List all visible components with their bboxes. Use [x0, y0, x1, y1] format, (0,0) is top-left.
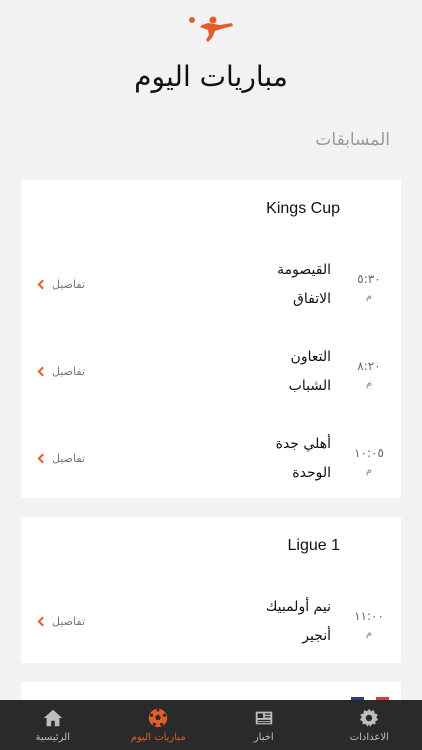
tab-bar: الرئيسية مباريات اليوم اخبار الاعدادات: [0, 700, 422, 750]
home-team: القيصومة: [277, 262, 331, 278]
chevron-left-icon: [37, 279, 48, 290]
match-time: ٥:٣٠ م: [357, 272, 381, 302]
gear-icon: [360, 708, 379, 727]
competition-card-ligue-1: Ligue 1 ١١:٠٠ م نيم أولمبيك أنجير تفاصيل: [21, 517, 401, 663]
home-team: التعاون: [290, 349, 331, 365]
match-row[interactable]: ٨:٢٠ م التعاون الشباب تفاصيل: [21, 343, 401, 403]
match-teams: التعاون الشباب: [289, 343, 331, 401]
match-teams: القيصومة الاتفاق: [277, 256, 331, 314]
away-team: الاتفاق: [293, 291, 331, 307]
tab-news-label: اخبار: [253, 732, 274, 743]
away-team: الشباب: [288, 378, 331, 394]
tab-news[interactable]: اخبار: [211, 700, 317, 750]
page-title: مباريات اليوم: [134, 60, 288, 93]
tab-settings-label: الاعدادات: [349, 732, 389, 743]
chevron-left-icon: [37, 453, 48, 464]
chevron-left-icon: [37, 366, 48, 377]
footballer-kick-icon: [188, 14, 236, 44]
details-link[interactable]: تفاصيل: [37, 452, 85, 465]
match-time: ١٠:٠٥ م: [354, 446, 384, 476]
chevron-left-icon: [37, 616, 48, 627]
section-label: المسابقات: [315, 130, 390, 150]
newspaper-icon: [255, 711, 272, 725]
competition-title: Ligue 1: [287, 537, 341, 554]
away-team: أنجير: [302, 628, 331, 644]
tab-settings[interactable]: الاعدادات: [317, 700, 422, 750]
match-row[interactable]: ١١:٠٠ م نيم أولمبيك أنجير تفاصيل: [21, 593, 401, 653]
home-icon: [43, 709, 62, 727]
soccer-ball-icon: [149, 708, 168, 728]
tab-home[interactable]: الرئيسية: [0, 700, 106, 750]
tab-today-matches[interactable]: مباريات اليوم: [106, 700, 212, 750]
competition-title: Kings Cup: [266, 200, 340, 217]
match-teams: أهلي جدة الوحدة: [276, 430, 331, 488]
match-time: ٨:٢٠ م: [357, 359, 381, 389]
details-link[interactable]: تفاصيل: [37, 615, 85, 628]
tab-today-label: مباريات اليوم: [130, 732, 186, 743]
match-row[interactable]: ١٠:٠٥ م أهلي جدة الوحدة تفاصيل: [21, 430, 401, 490]
match-row[interactable]: ٥:٣٠ م القيصومة الاتفاق تفاصيل: [21, 256, 401, 316]
details-link[interactable]: تفاصيل: [37, 365, 85, 378]
details-link[interactable]: تفاصيل: [37, 278, 85, 291]
away-team: الوحدة: [292, 465, 331, 481]
home-team: نيم أولمبيك: [265, 599, 331, 615]
match-teams: نيم أولمبيك أنجير: [266, 593, 331, 651]
home-team: أهلي جدة: [275, 436, 331, 452]
tab-home-label: الرئيسية: [35, 732, 70, 743]
competition-card-kings-cup: Kings Cup ٥:٣٠ م القيصومة الاتفاق تفاصيل…: [21, 180, 401, 498]
match-time: ١١:٠٠ م: [354, 609, 384, 639]
